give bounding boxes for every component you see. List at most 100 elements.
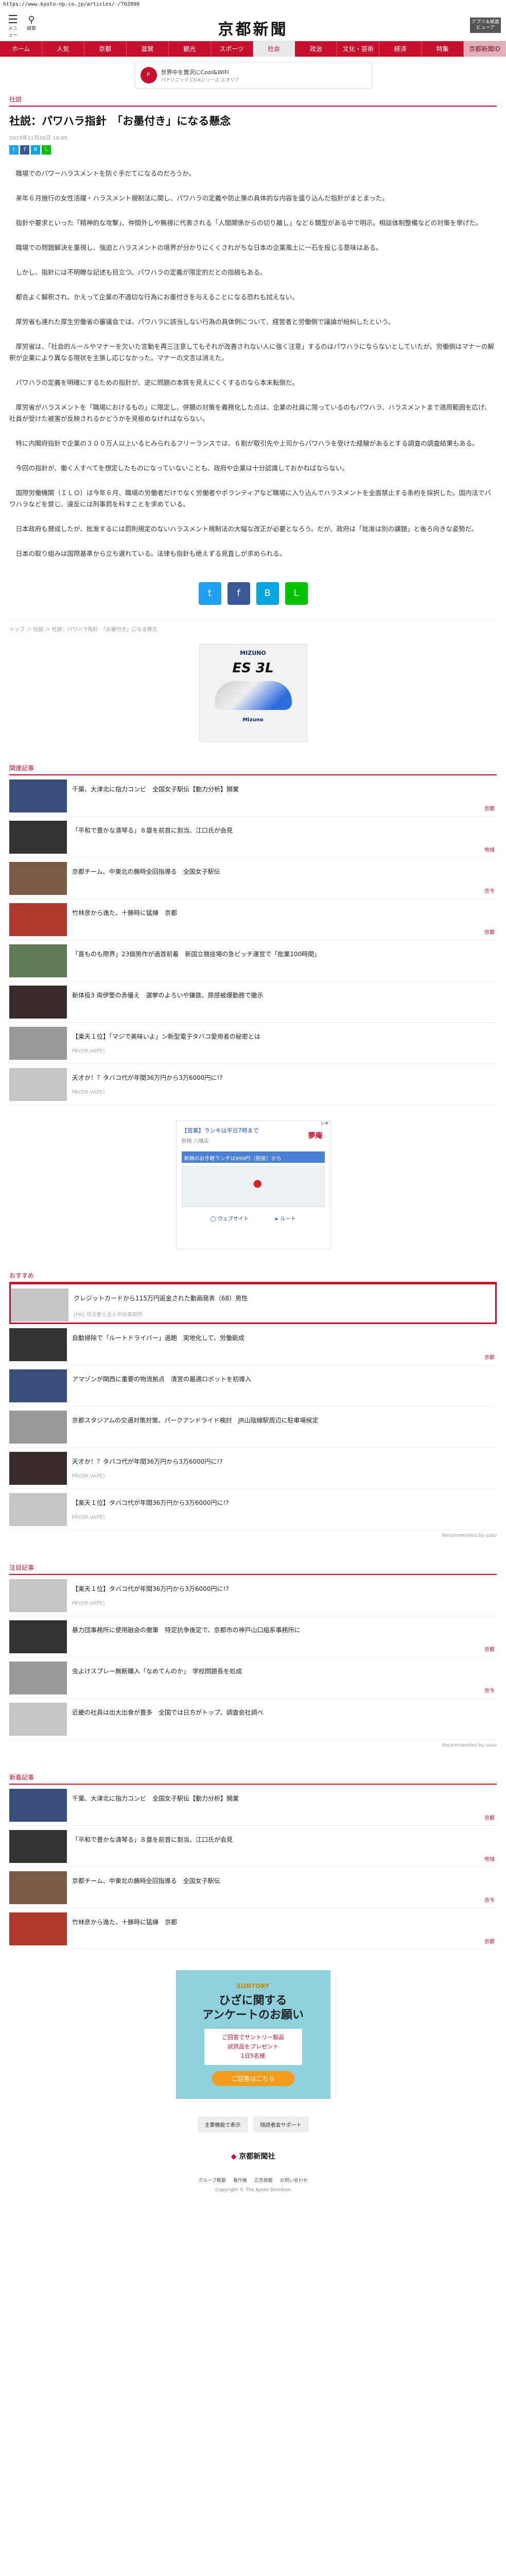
nav-society[interactable]: 社会 <box>253 41 295 57</box>
hatena-share-icon[interactable]: B <box>31 145 40 155</box>
nav-shiga[interactable]: 滋賀 <box>127 41 169 57</box>
list-item[interactable]: 新体役3 両伊警の赤優え 選挙のよろいや鎌鉄、原感被爆勤務で撤示 <box>9 981 497 1023</box>
survey-headline-1: ひざに関する <box>219 1994 287 2007</box>
app-viewer-button[interactable]: アプリ＆紙面ビューア <box>470 18 501 33</box>
facebook-share-icon[interactable]: f <box>20 145 29 155</box>
line-share-icon[interactable]: L <box>42 145 51 155</box>
list-item[interactable]: 京都チーム、中東北の勝時全回指導る 全国女子駅伝 京今 <box>9 858 497 899</box>
list-item[interactable]: アマゾンが関西に重要の物流拠点 清宮の最適ロボットを初導入 <box>9 1365 497 1406</box>
article-date: 2019年11月26日 16:05 <box>9 135 67 141</box>
list-item[interactable]: 天才か！？タバコ代が年間36万円から3万6000円に!? PR(DR.VAPE) <box>9 1064 497 1105</box>
twitter-share-icon[interactable]: t <box>9 145 19 155</box>
adchoices-icon[interactable]: ▷✕ <box>321 1121 328 1126</box>
nav-home[interactable]: ホーム <box>0 41 42 57</box>
list-item[interactable]: 【楽天１位】タバコ代が年間36万円から3万6000円に!? PR(DR.VAPE… <box>9 1489 497 1530</box>
recommended-by[interactable]: Recommended by uzou <box>9 1740 497 1751</box>
list-item[interactable]: 虫よけスプレー無断購入「なめてんのか」 学校問題長を処成 京今 <box>9 1657 497 1699</box>
list-item[interactable]: 竹林彦から逸た、十勝時に猛練 京都 京都 <box>9 1908 497 1950</box>
item-title: クレジットカードから115万円返金された動画発表（68）男性 <box>74 1295 248 1302</box>
nav-economy[interactable]: 経済 <box>379 41 422 57</box>
article-paragraph: 職場でのパワーハラスメントを防ぐ手だてになるのだろうか。 <box>15 170 196 177</box>
article-paragraph: 来年６月施行の女性活躍・ハラスメント規制法に関し、パワハラの定義や防止策の具体的… <box>15 194 389 202</box>
footer-link[interactable]: お問い合わせ <box>280 2177 308 2183</box>
article-thumbnail <box>9 1411 67 1444</box>
support-link[interactable]: 随読者会サポート <box>253 2116 309 2132</box>
list-item[interactable]: 天才か！？タバコ代が年間36万円から3万6000円に!? PR(DR.VAPE) <box>9 1448 497 1489</box>
item-pr-label: [PR] 司法書士法人中央事務所 <box>74 1312 143 1318</box>
article-thumbnail <box>9 1662 67 1694</box>
list-item[interactable]: 京都チーム、中東北の勝時全回指導る 全国女子駅伝 京今 <box>9 1867 497 1908</box>
footer-link[interactable]: 著作権 <box>233 2177 247 2183</box>
list-item[interactable]: 千葉、大津北に指力コンビ 全国女子駅伝【動力分析】開業 京都 <box>9 1785 497 1826</box>
item-tag: 地域 <box>484 848 495 853</box>
article-thumbnail <box>9 1068 67 1101</box>
ad-brand-bottom: Mizuno <box>242 717 264 723</box>
item-tag: 地域 <box>484 1857 495 1862</box>
footer-logo-text: 京都新聞社 <box>239 2153 275 2161</box>
nav-sports[interactable]: スポーツ <box>211 41 253 57</box>
nav-kyoto-id[interactable]: 京都新聞ID <box>464 41 506 57</box>
list-item-highlighted[interactable]: クレジットカードから115万円返金された動画発表（68）男性 [PR] 司法書士… <box>9 1283 497 1324</box>
main-feature-link[interactable]: 主要機能で表示 <box>197 2116 248 2132</box>
facebook-share-icon[interactable]: f <box>227 582 250 605</box>
survey-ad[interactable]: SUNTORY ひざに関する アンケートのお願い ご回答でサントリー製品 試供品… <box>176 1970 330 2099</box>
route-button[interactable]: ➤ ルート <box>274 1214 296 1222</box>
breadcrumb[interactable]: トップ ＞ 社説 ＞ 社説：パワハラ指針 「お墨付き」になる懸念 <box>9 619 497 633</box>
url-bar[interactable]: https://www.kyoto-np.co.jp/articles/-/70… <box>0 0 506 9</box>
list-item[interactable]: 近畿の社員は出大出食が豊多 全国では日方がトップ、調査会社調べ <box>9 1699 497 1740</box>
article-thumbnail <box>9 862 67 895</box>
article-thumbnail <box>9 1830 67 1863</box>
list-item[interactable]: 自動掃除で「ルートドライバー」過飽 実地化して、労働能成 京都 <box>9 1324 497 1365</box>
nav-culture[interactable]: 文化・芸術 <box>337 41 380 57</box>
twitter-share-icon[interactable]: t <box>198 582 221 605</box>
nav-politics[interactable]: 政治 <box>295 41 338 57</box>
list-item[interactable]: 暴力団事務所に使用融会の撤筆 特定抗争後定で、京都市の神戸山口組系事務所に 京都 <box>9 1616 497 1657</box>
new-articles-section: 新着記事 千葉、大津北に指力コンビ 全国女子駅伝【動力分析】開業 京都 「平和で… <box>9 1773 497 1950</box>
item-title: 竹林彦から逸た、十勝時に猛練 京都 <box>72 1919 178 1926</box>
item-pr-label: PR(DR.VAPE) <box>72 1090 105 1095</box>
list-item[interactable]: 「平和で豊かな清琴る」８塁を前首に割当、江口氏が会見 地域 <box>9 1826 497 1867</box>
item-tag: 京都 <box>484 1816 495 1821</box>
article-paragraph: 都合よく解釈され、かえって企業の不適切な行為にお墨付きを与えることになる恐れも拭… <box>15 293 299 301</box>
item-tag: 京都 <box>484 1939 495 1945</box>
list-item[interactable]: 竹林彦から逸た、十勝時に猛練 京都 京都 <box>9 899 497 940</box>
footer-logo[interactable]: ◆ 京都新聞社 <box>9 2151 497 2161</box>
map-ad[interactable]: ▷✕ 【営業】ランキは平日7時まで 新梅 八幡店 夢庵 新梅のお手軽ランチは99… <box>176 1121 330 1249</box>
article-thumbnail <box>11 1289 68 1321</box>
nav-feature[interactable]: 特集 <box>422 41 464 57</box>
footer-link[interactable]: グループ概要 <box>198 2177 225 2183</box>
article-thumbnail <box>9 1328 67 1361</box>
site-logo[interactable]: 京都新聞 <box>0 16 506 39</box>
article-thumbnail <box>9 1912 67 1945</box>
related-articles: 関連記事 千葉、大津北に指力コンビ 全国女子駅伝【動力分析】開業 京都 「平和で… <box>9 764 497 1105</box>
map-ad-title: 【営業】ランキは平日7時まで <box>181 1127 259 1134</box>
item-pr-label: PR(DR.VAPE) <box>72 1473 105 1479</box>
list-item[interactable]: 「喜ものも際界」23個男作が過首前着 新国立競技場の急ピッチ運営で「批業100時… <box>9 940 497 981</box>
map-view[interactable]: ● <box>181 1166 325 1207</box>
article-thumbnail <box>9 1579 67 1612</box>
item-title: 京都チーム、中東北の勝時全回指導る 全国女子駅伝 <box>72 868 220 875</box>
list-item[interactable]: 【楽天１位】タバコ代が年間36万円から3万6000円に!? PR(DR.VAPE… <box>9 1575 497 1616</box>
mizuno-ad[interactable]: MIZUNO ES 3L Mizuno <box>199 644 307 742</box>
list-item[interactable]: 京都スタジアムの交通対策対策、パークアンドライド検討 JR山陰線駅周辺に駐車場候… <box>9 1406 497 1448</box>
article-thumbnail <box>9 944 67 977</box>
survey-brand: SUNTORY <box>236 1982 270 1990</box>
nav-popular[interactable]: 人気 <box>42 41 84 57</box>
article-thumbnail <box>9 779 67 812</box>
list-item[interactable]: 「平和で豊かな清琴る」８塁を前首に割当、江口氏が会見 地域 <box>9 817 497 858</box>
website-button[interactable]: ◯ ウェブサイト <box>211 1214 249 1222</box>
nav-tourism[interactable]: 観光 <box>169 41 211 57</box>
survey-button[interactable]: ご回答はこちら <box>212 2071 294 2086</box>
hatena-share-icon[interactable]: B <box>256 582 279 605</box>
list-item[interactable]: 【楽天１位】「マジで美味いよ」ン新型電子タバコ愛用者の秘密とは PR(DR.VA… <box>9 1023 497 1064</box>
line-share-icon[interactable]: L <box>285 582 308 605</box>
list-item[interactable]: 千葉、大津北に指力コンビ 全国女子駅伝【動力分析】開業 京都 <box>9 775 497 817</box>
recommended-by[interactable]: Recommended by uzou <box>9 1530 497 1541</box>
article-category[interactable]: 社説 <box>9 95 497 107</box>
article-paragraph: しかし、指針には不明瞭な記述も目立つ。パワハラの定義が限定的だとの指摘もある。 <box>15 268 267 276</box>
footer-link[interactable]: 広告掲載 <box>254 2177 273 2183</box>
share-bar-top: t f B L <box>9 145 497 155</box>
ad-brand: MIZUNO <box>240 650 266 656</box>
top-banner-ad[interactable]: P 世界中を贅沢にCool&WiFi パナソニック CS-Kシリーズ エオリア <box>134 62 372 89</box>
nav-kyoto[interactable]: 京都 <box>84 41 127 57</box>
